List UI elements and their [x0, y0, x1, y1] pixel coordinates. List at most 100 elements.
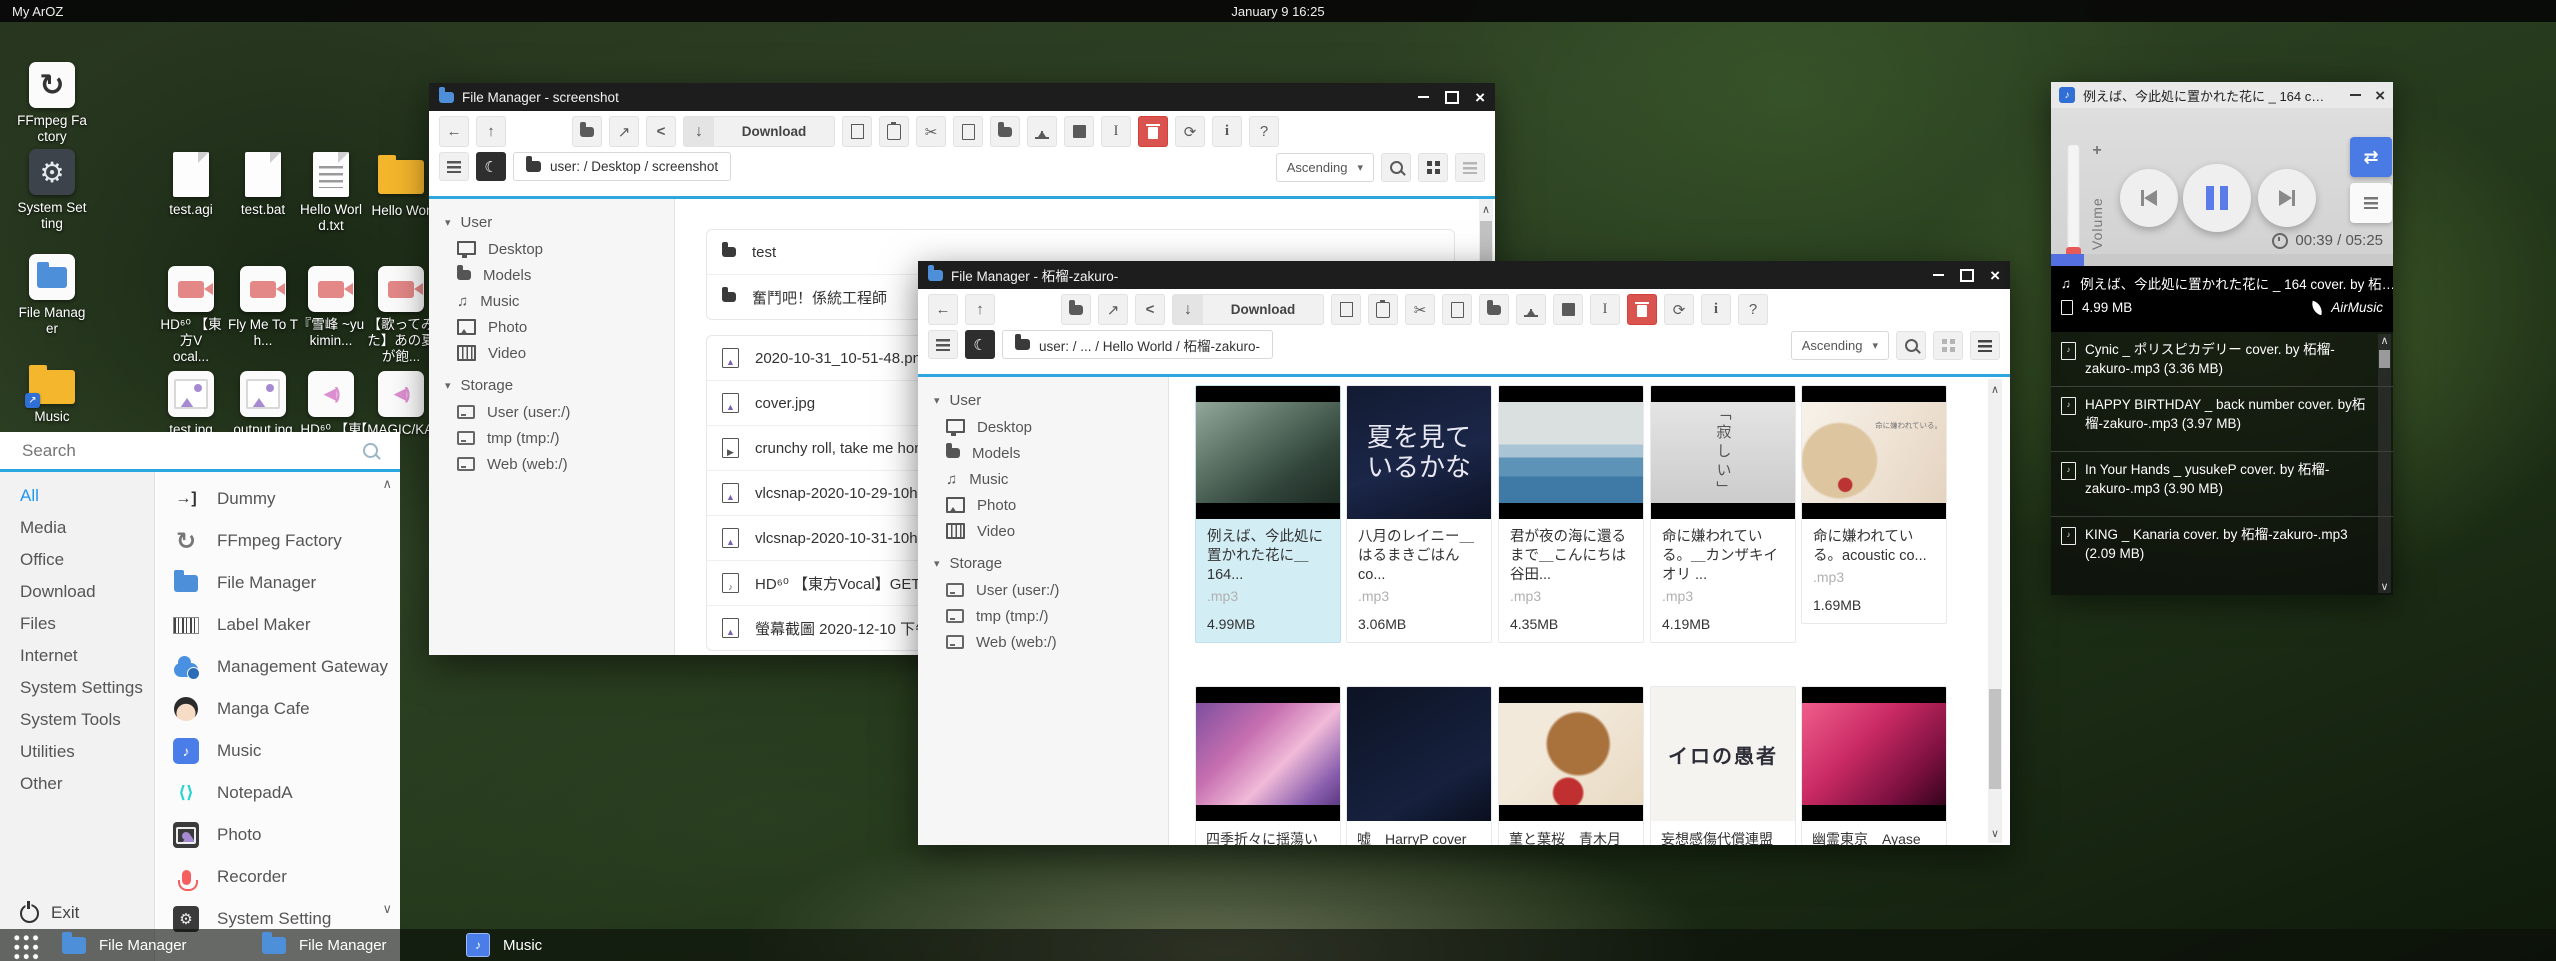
- new-folder-button[interactable]: [990, 116, 1020, 147]
- desktop-icon-test-agi[interactable]: test.agi: [155, 152, 227, 218]
- open-in-new-button[interactable]: ↗: [1098, 294, 1128, 325]
- next-button[interactable]: [2258, 169, 2316, 227]
- title-bar[interactable]: File Manager - screenshot ×: [429, 83, 1495, 111]
- app-item-recorder[interactable]: Recorder: [155, 856, 400, 898]
- desktop-icon-audio-magic[interactable]: ◀) 【MAGIC/KAI...: [365, 371, 437, 438]
- category-system-tools[interactable]: System Tools: [0, 704, 154, 736]
- menu-button[interactable]: [439, 152, 469, 181]
- info-button[interactable]: i: [1701, 294, 1731, 325]
- grid-view-button[interactable]: [1933, 331, 1963, 360]
- breadcrumb[interactable]: user: / Desktop / screenshot: [513, 152, 731, 181]
- refresh-button[interactable]: ⟳: [1175, 116, 1205, 147]
- back-button[interactable]: ←: [439, 116, 469, 147]
- desktop-icon-video-utattemita[interactable]: 【歌ってみた】あの夏が飽...: [365, 266, 437, 365]
- playlist-item[interactable]: ♪ In Your Hands _ yusukeP cover. by 柘榴-z…: [2051, 452, 2393, 517]
- sidebar-item-user-drive[interactable]: User (user:/): [429, 399, 674, 425]
- menu-button[interactable]: [928, 330, 958, 359]
- desktop-icon-test-jpg[interactable]: test.jpg: [155, 371, 227, 438]
- cut-button[interactable]: ✂: [1405, 294, 1435, 325]
- maximize-button[interactable]: [1960, 269, 1974, 282]
- delete-button[interactable]: [1138, 116, 1168, 147]
- sidebar-item-web-drive[interactable]: Web (web:/): [918, 629, 1168, 655]
- app-item-label-maker[interactable]: Label Maker: [155, 604, 400, 646]
- scroll-up-icon[interactable]: ∧: [1479, 203, 1493, 216]
- desktop-icon-system-setting[interactable]: ⚙ System Setting: [16, 149, 88, 232]
- sidebar-item-desktop[interactable]: Desktop: [429, 236, 674, 262]
- app-grid-icon[interactable]: [10, 931, 38, 959]
- paste-button[interactable]: [1368, 294, 1398, 325]
- category-other[interactable]: Other: [0, 768, 154, 800]
- sidebar-item-models[interactable]: Models: [918, 440, 1168, 466]
- delete-button[interactable]: [1627, 294, 1657, 325]
- copy-button[interactable]: [1331, 294, 1361, 325]
- upload-button[interactable]: [1027, 116, 1057, 147]
- sidebar-item-photo[interactable]: Photo: [918, 492, 1168, 518]
- sidebar-item-user-drive[interactable]: User (user:/): [918, 577, 1168, 603]
- category-internet[interactable]: Internet: [0, 640, 154, 672]
- sidebar-section-storage[interactable]: ▾Storage: [918, 550, 1168, 577]
- desktop-icon-file-manager[interactable]: File Manager: [16, 254, 88, 337]
- open-button[interactable]: [572, 116, 602, 147]
- list-view-button[interactable]: [1455, 153, 1485, 182]
- scroll-up-icon[interactable]: ∧: [2378, 334, 2391, 347]
- desktop-icon-ffmpeg-factory[interactable]: ↻ FFmpeg Factory: [16, 62, 88, 145]
- sidebar-item-desktop[interactable]: Desktop: [918, 414, 1168, 440]
- app-item-music[interactable]: ♪Music: [155, 730, 400, 772]
- list-view-button[interactable]: [1970, 331, 2000, 360]
- sidebar-item-music[interactable]: ♫Music: [918, 466, 1168, 492]
- desktop-icon-hello-world-txt[interactable]: Hello World.txt: [295, 152, 367, 234]
- category-media[interactable]: Media: [0, 512, 154, 544]
- up-button[interactable]: ↑: [965, 294, 995, 325]
- app-item-file-manager[interactable]: File Manager: [155, 562, 400, 604]
- exit-button[interactable]: Exit: [20, 903, 79, 923]
- help-button[interactable]: ?: [1249, 116, 1279, 147]
- playlist-button[interactable]: [2350, 183, 2392, 223]
- category-utilities[interactable]: Utilities: [0, 736, 154, 768]
- scroll-down-icon[interactable]: ∨: [1988, 827, 2002, 840]
- progress-bar[interactable]: [2051, 254, 2393, 266]
- new-file-button[interactable]: [1442, 294, 1472, 325]
- playlist-scrollbar[interactable]: ∧ ∨: [2378, 334, 2391, 593]
- playlist-item[interactable]: ♪ HAPPY BIRTHDAY _ back number cover. by…: [2051, 387, 2393, 452]
- music-tile[interactable]: 夏を見ているかな 八月のレイニー＿はるまきごはん co... .mp3 3.06…: [1346, 385, 1492, 643]
- up-button[interactable]: ↑: [476, 116, 506, 147]
- app-item-manga-cafe[interactable]: Manga Cafe: [155, 688, 400, 730]
- sidebar-item-tmp-drive[interactable]: tmp (tmp:/): [918, 603, 1168, 629]
- open-button[interactable]: [1061, 294, 1091, 325]
- desktop-icon-test-bat[interactable]: test.bat: [227, 152, 299, 218]
- new-file-button[interactable]: [953, 116, 983, 147]
- dark-mode-toggle[interactable]: ☾: [965, 330, 995, 359]
- minimize-button[interactable]: [2350, 94, 2361, 97]
- share-button[interactable]: <: [646, 116, 676, 147]
- sidebar-section-user[interactable]: ▾User: [918, 387, 1168, 414]
- desktop-icon-hello-world-folder[interactable]: Hello Wor: [365, 152, 437, 219]
- music-tile[interactable]: 例えば、今此処に置かれた花に＿164... .mp3 4.99MB: [1195, 385, 1341, 643]
- music-tile[interactable]: 君が夜の海に還るまで＿こんにちは谷田... .mp3 4.35MB: [1498, 385, 1644, 643]
- sidebar-item-music[interactable]: ♫Music: [429, 288, 674, 314]
- close-button[interactable]: ×: [2375, 87, 2385, 104]
- music-tile[interactable]: 菫と葉桜＿青木月: [1498, 686, 1644, 845]
- sidebar-item-video[interactable]: Video: [429, 340, 674, 366]
- download-button[interactable]: ↓ Download: [1172, 294, 1324, 325]
- music-tile[interactable]: 四季折々に揺蕩い: [1195, 686, 1341, 845]
- rename-button[interactable]: I: [1101, 116, 1131, 147]
- music-tile[interactable]: 命に嫌われている。 命に嫌われている。acoustic co... .mp3 1…: [1801, 385, 1947, 624]
- scroll-up-icon[interactable]: ∧: [382, 476, 392, 492]
- scrollbar[interactable]: ∧ ∨: [1988, 379, 2002, 843]
- scroll-down-icon[interactable]: ∨: [2378, 580, 2391, 593]
- archive-button[interactable]: [1553, 294, 1583, 325]
- search-input[interactable]: [20, 440, 363, 462]
- app-item-ffmpeg-factory[interactable]: ↻FFmpeg Factory: [155, 520, 400, 562]
- music-tile[interactable]: 幽霊東京＿Ayase: [1801, 686, 1947, 845]
- playlist-item[interactable]: ♪ KING _ Kanaria cover. by 柘榴-zakuro-.mp…: [2051, 517, 2393, 582]
- desktop-icon-music-shortcut[interactable]: ↗ Music: [16, 362, 88, 425]
- minimize-button[interactable]: [1418, 96, 1429, 99]
- category-system-settings[interactable]: System Settings: [0, 672, 154, 704]
- desktop-icon-video-yukimine[interactable]: 『雪峰 ~yukimin...: [295, 266, 367, 349]
- maximize-button[interactable]: [1445, 91, 1459, 104]
- app-item-management-gateway[interactable]: Management Gateway: [155, 646, 400, 688]
- rename-button[interactable]: I: [1590, 294, 1620, 325]
- new-folder-button[interactable]: [1479, 294, 1509, 325]
- sidebar-section-user[interactable]: ▾User: [429, 209, 674, 236]
- share-button[interactable]: <: [1135, 294, 1165, 325]
